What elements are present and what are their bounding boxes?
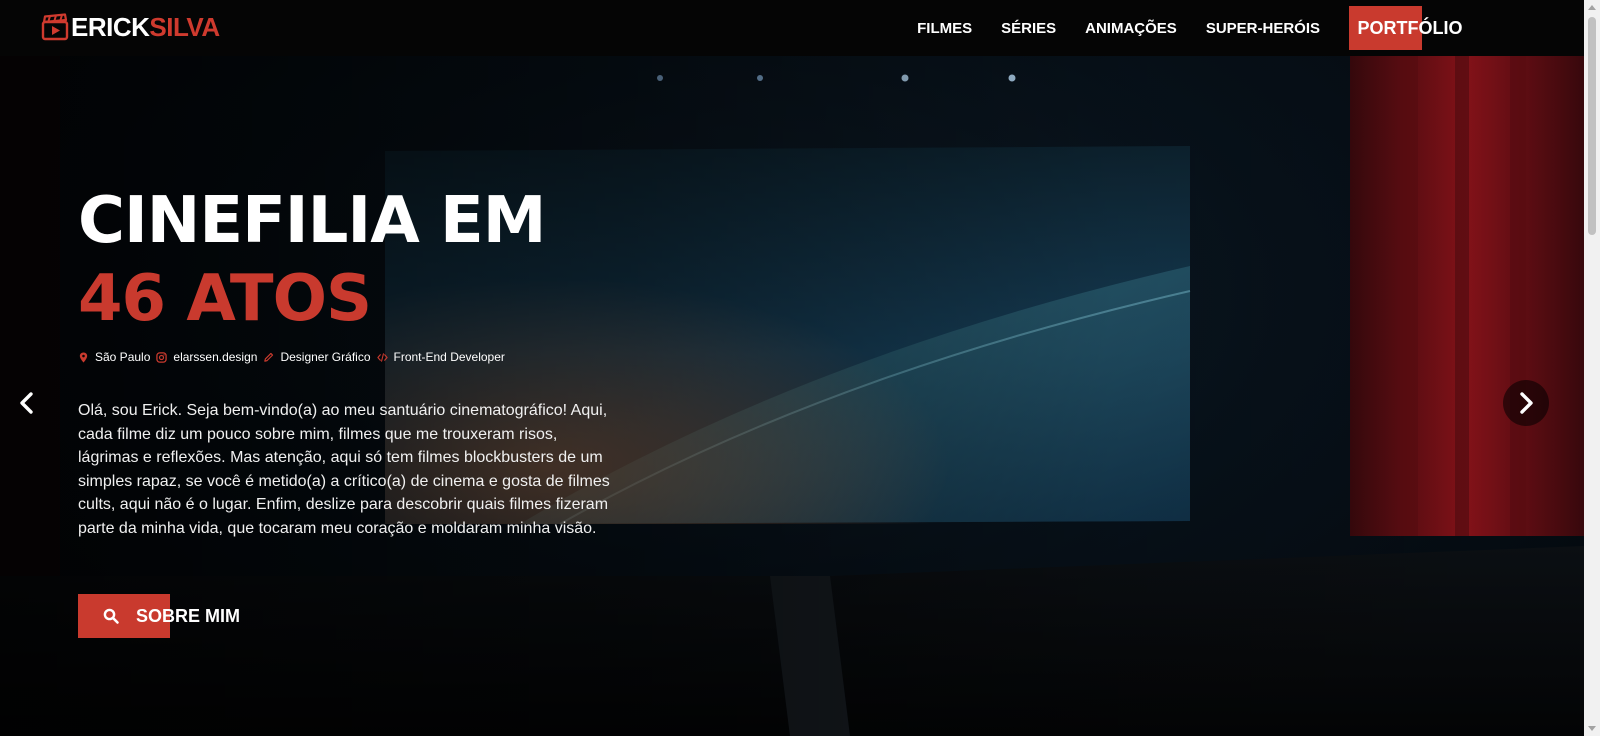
meta-instagram-label: elarssen.design bbox=[173, 350, 258, 364]
profile-meta: São Paulo elarssen.design Designer Gráfi… bbox=[78, 350, 511, 364]
chevron-right-icon bbox=[1520, 392, 1533, 414]
clapperboard-icon bbox=[41, 13, 69, 41]
meta-developer-label: Front-End Developer bbox=[393, 350, 505, 364]
scroll-down-arrow-icon[interactable] bbox=[1588, 726, 1596, 731]
portfolio-label: PORTFÓLIO bbox=[1357, 17, 1463, 38]
meta-designer-label: Designer Gráfico bbox=[280, 350, 371, 364]
scroll-up-arrow-icon[interactable] bbox=[1588, 5, 1596, 10]
meta-developer: Front-End Developer bbox=[376, 350, 505, 364]
page-scrollbar[interactable] bbox=[1584, 0, 1600, 736]
scrollbar-thumb[interactable] bbox=[1588, 17, 1596, 235]
hero-title: CINEFILIA EM 46 ATOS bbox=[78, 182, 546, 338]
main-nav: FILMES SÉRIES ANIMAÇÕES SUPER-HERÓIS POR… bbox=[917, 0, 1584, 56]
meta-location: São Paulo bbox=[78, 350, 150, 364]
site-logo[interactable]: ERICK SILVA bbox=[41, 12, 220, 42]
logo-text-second: SILVA bbox=[149, 12, 220, 42]
search-icon bbox=[103, 608, 119, 624]
nav-filmes[interactable]: FILMES bbox=[917, 20, 972, 37]
carousel-prev-button[interactable] bbox=[4, 380, 50, 426]
page: CINEFILIA EM 46 ATOS São Paulo elarssen.… bbox=[0, 0, 1600, 736]
nav-super-herois[interactable]: SUPER-HERÓIS bbox=[1206, 20, 1320, 37]
hero-title-line1: CINEFILIA EM bbox=[78, 184, 546, 258]
meta-location-label: São Paulo bbox=[95, 350, 151, 364]
hero-title-line2: 46 ATOS bbox=[78, 262, 372, 336]
carousel-next-button[interactable] bbox=[1503, 380, 1549, 426]
code-icon bbox=[376, 352, 388, 362]
hero-banner: CINEFILIA EM 46 ATOS São Paulo elarssen.… bbox=[0, 56, 1584, 736]
location-pin-icon bbox=[79, 351, 88, 363]
site-header: ERICK SILVA FILMES SÉRIES ANIMAÇÕES SUPER… bbox=[0, 0, 1584, 56]
nav-animacoes[interactable]: ANIMAÇÕES bbox=[1085, 20, 1177, 37]
chevron-left-icon bbox=[20, 392, 33, 414]
portfolio-button[interactable]: PORTFÓLIO bbox=[1349, 6, 1471, 50]
nav-series[interactable]: SÉRIES bbox=[1001, 20, 1056, 37]
instagram-icon bbox=[156, 351, 168, 363]
logo-text-first: ERICK bbox=[71, 12, 150, 42]
pencil-icon bbox=[264, 352, 274, 362]
meta-instagram[interactable]: elarssen.design bbox=[156, 350, 257, 364]
about-me-button[interactable]: SOBRE MIM bbox=[78, 594, 248, 638]
intro-text: Olá, sou Erick. Seja bem-vindo(a) ao meu… bbox=[78, 402, 610, 537]
meta-designer: Designer Gráfico bbox=[263, 350, 371, 364]
about-me-label: SOBRE MIM bbox=[136, 605, 241, 626]
